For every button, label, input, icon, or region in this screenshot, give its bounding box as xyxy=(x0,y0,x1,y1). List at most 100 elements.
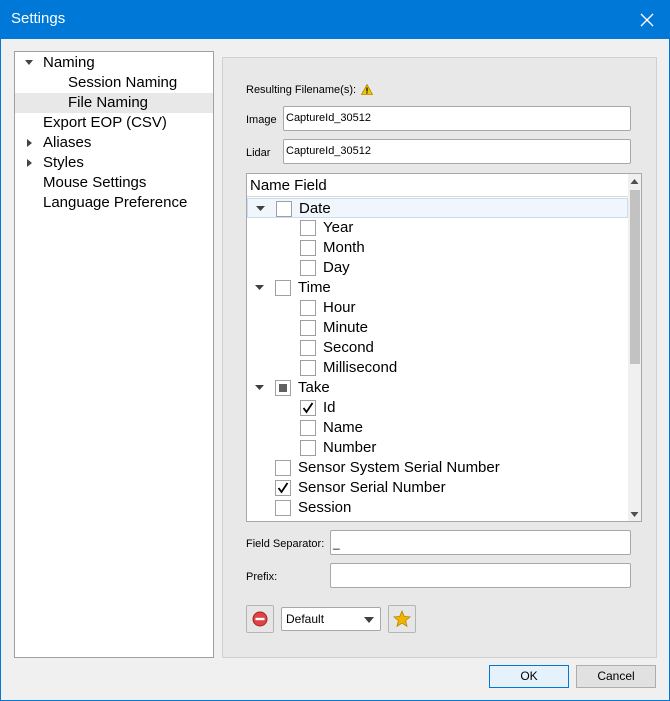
name-field-tree: Name Field Date Year Month Day Time Hour Minut… xyxy=(246,173,642,522)
nav-item-label: Session Naming xyxy=(68,74,178,91)
star-icon xyxy=(393,610,411,628)
tree-row[interactable]: Year xyxy=(247,218,628,238)
nav-item-naming[interactable]: Naming xyxy=(15,53,213,73)
tree-row[interactable]: Number xyxy=(247,438,628,458)
tree-row[interactable]: Month xyxy=(247,238,628,258)
tree-row[interactable]: Second xyxy=(247,338,628,358)
tree-row-label: Year xyxy=(323,219,354,236)
lidar-label: Lidar xyxy=(246,147,271,159)
tree-header: Name Field xyxy=(247,174,628,197)
field-separator-label: Field Separator: xyxy=(246,538,325,550)
tree-row-label: Day xyxy=(323,259,350,276)
tree-row-label: Session xyxy=(298,499,352,516)
field-separator-input[interactable]: _ xyxy=(330,530,631,555)
remove-icon xyxy=(252,611,268,627)
tree-row[interactable]: Day xyxy=(247,258,628,278)
favorite-preset-button[interactable] xyxy=(388,605,416,633)
chevron-down-icon xyxy=(364,617,374,623)
tree-row-label: Sensor Serial Number xyxy=(298,479,446,496)
tree-group-row[interactable]: Time xyxy=(247,278,628,298)
tree-row-label: Take xyxy=(298,379,330,396)
tree-row-label: Name xyxy=(323,419,364,436)
checkmark-icon xyxy=(302,402,314,414)
remove-preset-button[interactable] xyxy=(246,605,274,633)
nav-item-aliases[interactable]: Aliases xyxy=(15,133,213,153)
field-checkbox[interactable] xyxy=(276,201,292,217)
preset-select[interactable]: Default xyxy=(281,607,381,631)
prefix-input[interactable] xyxy=(330,563,631,588)
image-filename-field[interactable]: CaptureId_30512 xyxy=(283,106,631,131)
tree-group-row[interactable]: Date xyxy=(247,198,628,218)
tree-row-label: Id xyxy=(323,399,336,416)
expanded-arrow-icon[interactable] xyxy=(254,278,266,298)
warning-icon xyxy=(361,84,373,95)
preset-value: Default xyxy=(286,612,325,626)
nav-item-file-naming[interactable]: File Naming xyxy=(15,93,213,113)
collapsed-arrow-icon[interactable] xyxy=(24,153,34,173)
scroll-down-icon[interactable] xyxy=(628,507,641,521)
partial-check-icon xyxy=(279,384,287,392)
prefix-label: Prefix: xyxy=(246,571,278,583)
field-checkbox[interactable] xyxy=(300,420,316,436)
tree-row[interactable]: Id xyxy=(247,398,628,418)
nav-item-label: Language Preference xyxy=(43,194,188,211)
field-checkbox[interactable] xyxy=(300,300,316,316)
scroll-thumb[interactable] xyxy=(630,190,640,364)
nav-item-label: File Naming xyxy=(68,94,149,111)
field-checkbox[interactable] xyxy=(300,340,316,356)
tree-row[interactable]: Name xyxy=(247,418,628,438)
tree-row-label: Sensor System Serial Number xyxy=(298,459,500,476)
collapsed-arrow-icon[interactable] xyxy=(24,133,34,153)
field-checkbox[interactable] xyxy=(275,500,291,516)
nav-item-language-preference[interactable]: Language Preference xyxy=(15,193,213,213)
close-icon xyxy=(640,13,654,26)
tree-scrollbar[interactable] xyxy=(628,174,641,521)
tree-row[interactable]: Sensor System Serial Number xyxy=(247,458,628,478)
tree-row[interactable]: Session xyxy=(247,498,628,518)
tree-row[interactable]: Sensor Serial Number xyxy=(247,478,628,498)
checkmark-icon xyxy=(277,482,289,494)
expanded-arrow-icon[interactable] xyxy=(254,378,266,398)
field-checkbox[interactable] xyxy=(300,260,316,276)
lidar-filename-field[interactable]: CaptureId_30512 xyxy=(283,139,631,164)
tree-row[interactable]: Minute xyxy=(247,318,628,338)
tree-row-label: Millisecond xyxy=(323,359,398,376)
field-checkbox[interactable] xyxy=(300,240,316,256)
field-checkbox[interactable] xyxy=(300,320,316,336)
tree-group-row[interactable]: Take xyxy=(247,378,628,398)
nav-item-mouse-settings[interactable]: Mouse Settings xyxy=(15,173,213,193)
image-label: Image xyxy=(246,114,277,126)
tree-row[interactable]: Hour xyxy=(247,298,628,318)
field-checkbox[interactable] xyxy=(300,220,316,236)
nav-item-export-eop[interactable]: Export EOP (CSV) xyxy=(15,113,213,133)
field-checkbox[interactable] xyxy=(300,360,316,376)
resulting-filename-label: Resulting Filename(s): xyxy=(246,84,357,96)
window-title: Settings xyxy=(11,10,66,27)
nav-item-label: Naming xyxy=(43,54,95,71)
field-checkbox[interactable] xyxy=(300,400,316,416)
nav-item-label: Export EOP (CSV) xyxy=(43,114,167,131)
expanded-arrow-icon[interactable] xyxy=(255,199,267,219)
field-checkbox[interactable] xyxy=(275,480,291,496)
tree-row-label: Month xyxy=(323,239,365,256)
field-checkbox[interactable] xyxy=(275,380,291,396)
close-button[interactable] xyxy=(624,0,670,39)
tree-row-label: Time xyxy=(298,279,331,296)
settings-nav-tree: Naming Session Naming File Naming Export… xyxy=(14,51,214,658)
scroll-up-icon[interactable] xyxy=(628,175,641,189)
tree-row[interactable]: Millisecond xyxy=(247,358,628,378)
expanded-arrow-icon[interactable] xyxy=(24,53,34,73)
nav-item-session-naming[interactable]: Session Naming xyxy=(15,73,213,93)
tree-row-label: Second xyxy=(323,339,374,356)
tree-row-label: Date xyxy=(299,200,331,217)
tree-row-label: Hour xyxy=(323,299,356,316)
nav-item-styles[interactable]: Styles xyxy=(15,153,213,173)
field-checkbox[interactable] xyxy=(300,440,316,456)
ok-button[interactable]: OK xyxy=(489,665,569,688)
cancel-button[interactable]: Cancel xyxy=(576,665,656,688)
field-checkbox[interactable] xyxy=(275,460,291,476)
nav-item-label: Styles xyxy=(43,154,84,171)
field-checkbox[interactable] xyxy=(275,280,291,296)
title-bar: Settings xyxy=(0,0,670,39)
nav-item-label: Mouse Settings xyxy=(43,174,147,191)
